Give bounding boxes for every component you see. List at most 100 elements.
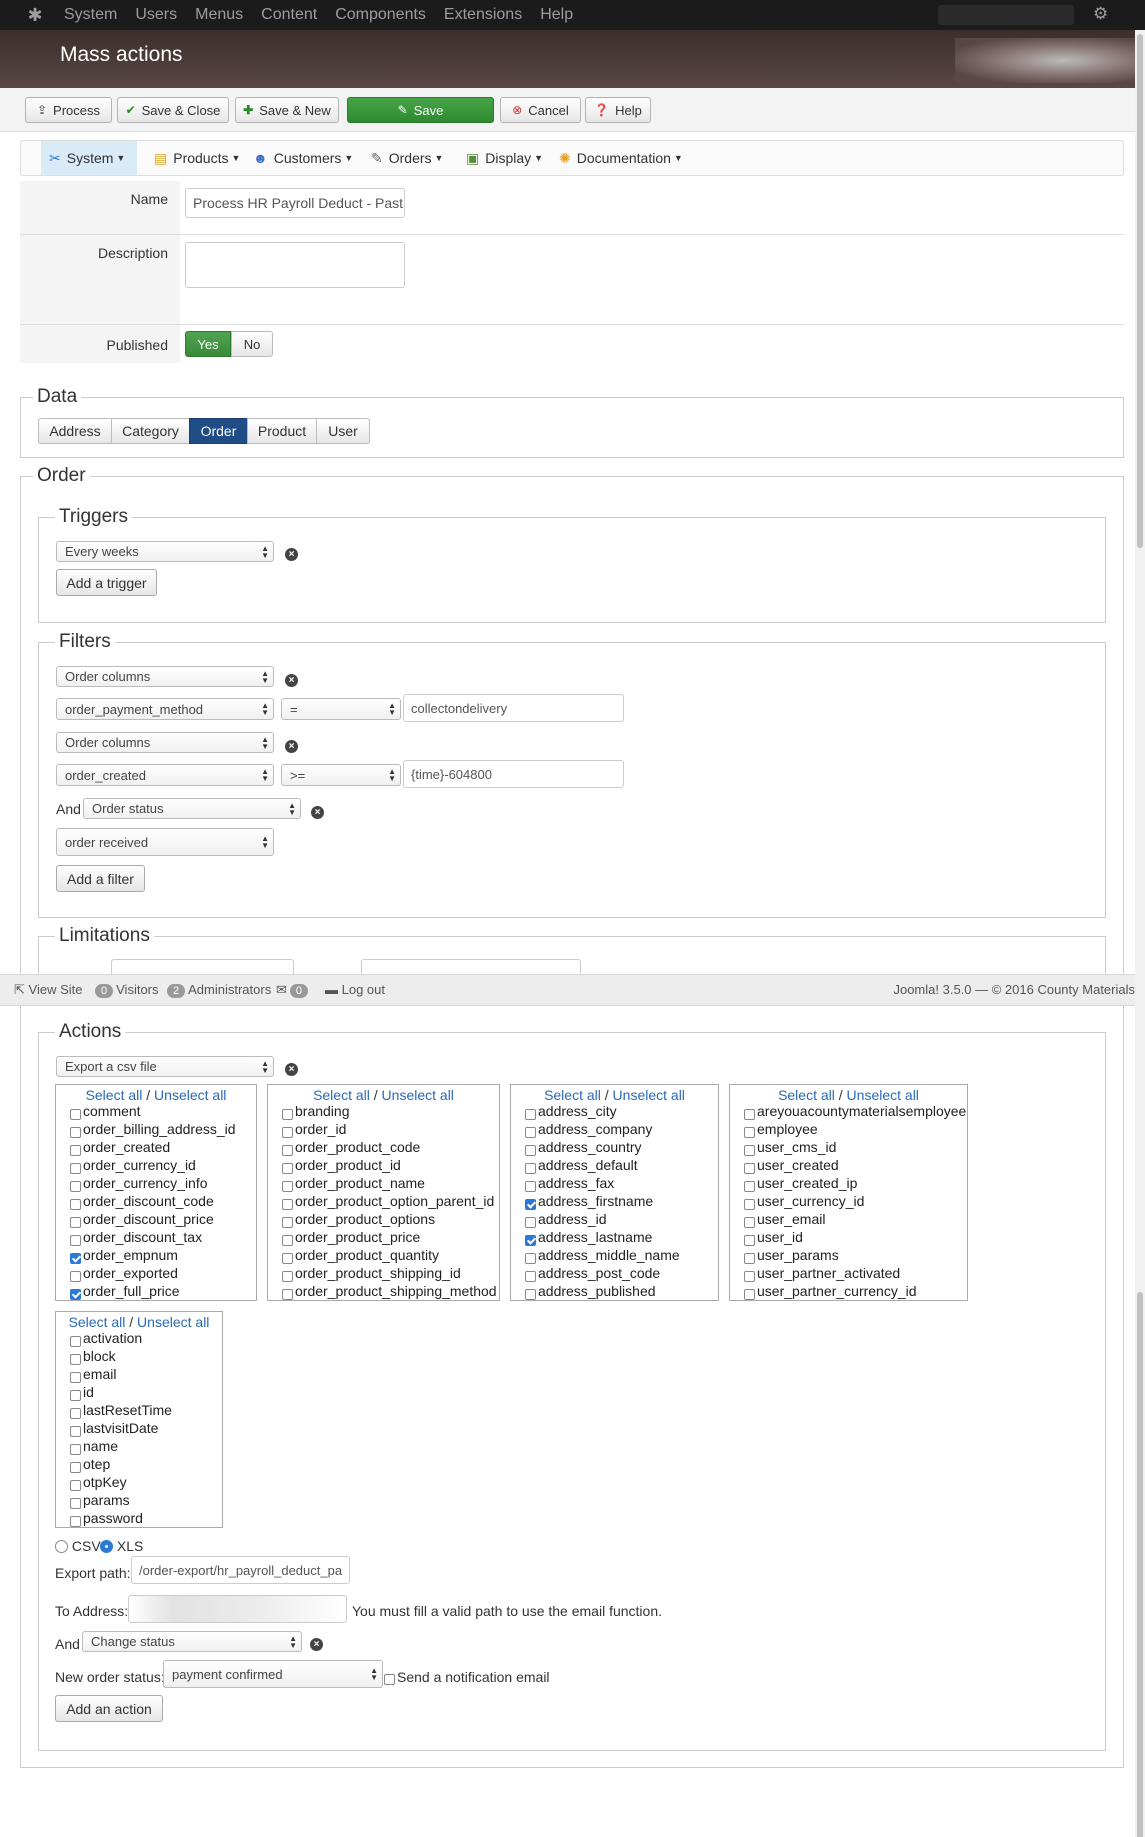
column-option[interactable]: branding [282,1103,350,1120]
format-xls-radio[interactable] [100,1540,113,1553]
filter1-operator-select[interactable]: = ▲ ▼ [281,698,401,720]
format-csv-option[interactable]: CSV [55,1538,101,1554]
description-textarea[interactable] [185,242,405,288]
column-checkbox[interactable] [70,1234,81,1246]
top-menu-menus[interactable]: Menus [186,0,252,30]
column-option[interactable]: address_city [525,1103,617,1120]
column-checkbox[interactable] [70,1425,81,1437]
menu-display[interactable]: ▣ Display ▼ [458,141,551,175]
column-option[interactable]: user_created_ip [744,1175,857,1192]
column-option[interactable]: order_product_shipping_method [282,1283,497,1300]
save-close-button[interactable]: ✔ Save & Close [117,97,229,123]
column-checkbox[interactable] [70,1198,81,1210]
column-checkbox[interactable] [525,1162,536,1174]
filter2-column-select[interactable]: order_created ▲ ▼ [56,764,274,786]
column-checkbox[interactable] [70,1126,81,1138]
remove-action-icon[interactable]: × [285,1063,298,1076]
column-option[interactable]: id [70,1384,94,1401]
column-option[interactable]: user_cms_id [744,1139,836,1156]
column-option[interactable]: order_empnum [70,1247,178,1264]
unselect-all-link[interactable]: Unselect all [847,1087,919,1103]
cancel-button[interactable]: ⊗ Cancel [500,97,581,123]
column-option[interactable]: address_middle_name [525,1247,680,1264]
column-checkbox[interactable] [70,1353,81,1365]
column-option[interactable]: address_company [525,1121,652,1138]
column-option[interactable]: order_product_id [282,1157,401,1174]
format-xls-option[interactable]: XLS [100,1538,143,1554]
filter3-type-select[interactable]: Order status ▲ ▼ [83,798,301,819]
remove-filter1-icon[interactable]: × [285,674,298,687]
filter2-type-select[interactable]: Order columns ▲ ▼ [56,732,274,753]
column-checkbox[interactable] [525,1252,536,1264]
column-checkbox[interactable] [282,1126,293,1138]
unselect-all-link[interactable]: Unselect all [382,1087,454,1103]
menu-documentation[interactable]: ✺ Documentation ▼ [551,141,691,175]
action-select[interactable]: Export a csv file ▲ ▼ [56,1056,274,1077]
column-checkbox[interactable] [744,1234,755,1246]
column-checkbox[interactable] [282,1288,293,1300]
column-checkbox[interactable] [70,1270,81,1282]
published-no-button[interactable]: No [231,331,273,357]
menu-orders[interactable]: ✎ Orders ▼ [363,141,451,175]
column-checkbox[interactable] [70,1288,81,1300]
column-checkbox[interactable] [744,1126,755,1138]
name-input[interactable]: Process HR Payroll Deduct - Past 7 [185,188,405,218]
column-option[interactable]: address_published [525,1283,656,1300]
column-checkbox[interactable] [282,1216,293,1228]
column-checkbox[interactable] [282,1180,293,1192]
column-option[interactable]: order_product_code [282,1139,420,1156]
top-menu-users[interactable]: Users [126,0,186,30]
column-option[interactable]: address_post_code [525,1265,660,1282]
remove-filter3-icon[interactable]: × [311,806,324,819]
filter2-value-input[interactable]: {time}-604800 [403,760,624,788]
column-option[interactable]: email [70,1366,116,1383]
to-address-input[interactable] [128,1595,347,1623]
column-checkbox[interactable] [744,1198,755,1210]
top-menu-system[interactable]: System [64,0,126,30]
column-checkbox[interactable] [525,1234,536,1246]
unselect-all-link[interactable]: Unselect all [137,1314,209,1330]
column-checkbox[interactable] [70,1252,81,1264]
select-all-link[interactable]: Select all [778,1087,835,1103]
column-option[interactable]: order_full_price [70,1283,180,1300]
column-checkbox[interactable] [70,1180,81,1192]
column-checkbox[interactable] [525,1216,536,1228]
column-checkbox[interactable] [70,1108,81,1120]
gear-icon[interactable]: ⚙ [1093,4,1108,24]
column-checkbox[interactable] [744,1288,755,1300]
save-button[interactable]: ✎ Save [347,97,494,123]
column-option[interactable]: address_country [525,1139,642,1156]
filter1-type-select[interactable]: Order columns ▲ ▼ [56,666,274,687]
select-all-link[interactable]: Select all [69,1314,126,1330]
remove-change-icon[interactable]: × [310,1638,323,1651]
column-checkbox[interactable] [282,1270,293,1282]
menu-products[interactable]: ▤ Products ▼ [146,141,248,175]
column-option[interactable]: order_product_options [282,1211,435,1228]
tab-user[interactable]: User [316,418,370,444]
add-filter-button[interactable]: Add a filter [56,865,145,892]
menu-customers[interactable]: ☻ Customers ▼ [245,141,361,175]
view-site-link[interactable]: ⇱ View Site [14,982,83,998]
column-option[interactable]: employee [744,1121,818,1138]
column-checkbox[interactable] [744,1108,755,1120]
column-checkbox[interactable] [282,1144,293,1156]
page-scrollbar[interactable] [1135,30,1145,1837]
add-action-button[interactable]: Add an action [55,1695,163,1722]
column-checkbox[interactable] [70,1497,81,1509]
column-checkbox[interactable] [282,1198,293,1210]
column-checkbox[interactable] [282,1162,293,1174]
column-checkbox[interactable] [70,1389,81,1401]
tab-address[interactable]: Address [38,418,112,444]
column-checkbox[interactable] [525,1126,536,1138]
joomla-logo-icon[interactable]: ✱ [24,4,46,26]
scrollbar-thumb[interactable] [1137,1292,1143,1837]
column-option[interactable]: order_billing_address_id [70,1121,236,1138]
notify-option[interactable]: Send a notification email [384,1669,550,1685]
trigger-select[interactable]: Every weeks ▲ ▼ [56,541,274,562]
new-status-select[interactable]: payment confirmed ▲ ▼ [163,1660,383,1688]
filter2-operator-select[interactable]: >= ▲ ▼ [281,764,401,786]
format-csv-radio[interactable] [55,1540,68,1553]
column-option[interactable]: user_created [744,1157,839,1174]
column-checkbox[interactable] [525,1144,536,1156]
column-checkbox[interactable] [744,1216,755,1228]
